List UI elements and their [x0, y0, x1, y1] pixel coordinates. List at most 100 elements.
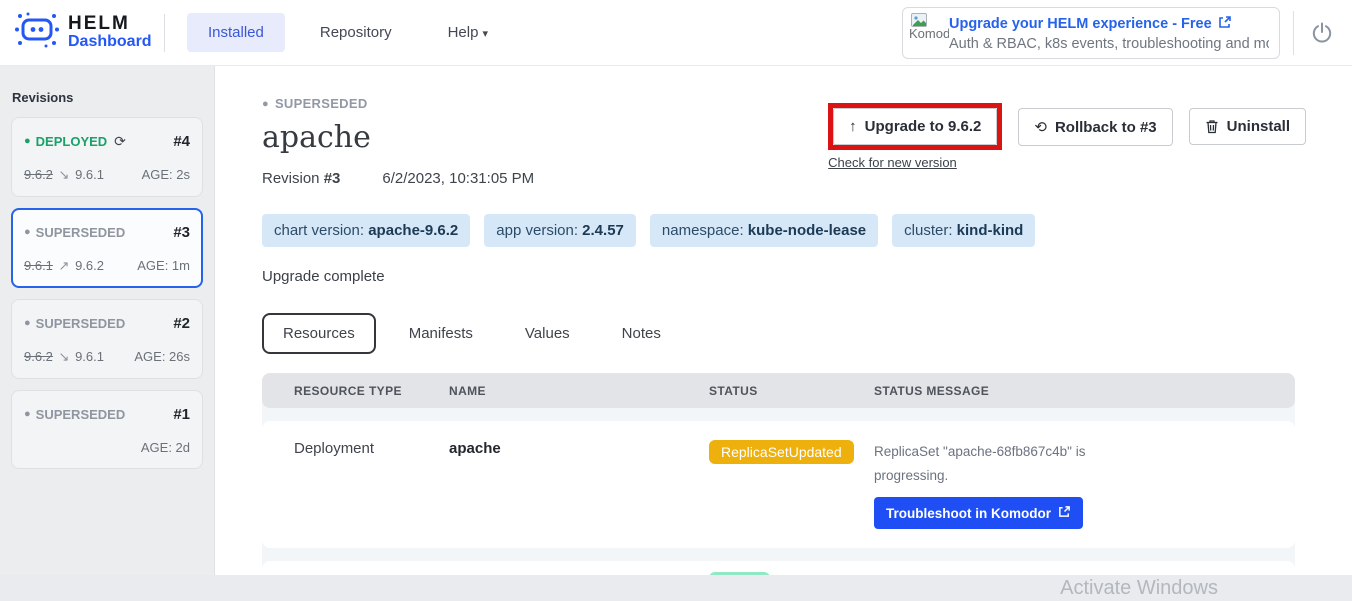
nav-tab-repository[interactable]: Repository [299, 13, 413, 52]
namespace-badge: namespace: kube-node-lease [650, 214, 878, 247]
revision-number: #3 [173, 224, 190, 241]
resource-name-cell: apache [449, 440, 709, 457]
revision-status: ● SUPERSEDED [24, 407, 125, 422]
tab-notes[interactable]: Notes [603, 315, 680, 352]
badge-label: chart version: [274, 222, 368, 239]
revision-status: ● SUPERSEDED [24, 225, 125, 240]
revision-age: AGE: 2s [142, 167, 190, 183]
status-message-text: ReplicaSet "apache-68fb867c4b" is progre… [874, 440, 1295, 487]
status-dot-icon: ● [24, 136, 31, 147]
chart-version-badge: chart version: apache-9.6.2 [262, 214, 470, 247]
old-version: 9.6.1 [24, 258, 53, 273]
new-version: 9.6.2 [75, 258, 104, 273]
external-link-icon [1218, 15, 1232, 33]
resources-table: RESOURCE TYPE NAME STATUS STATUS MESSAGE… [262, 373, 1295, 601]
revision-number: #1 [173, 406, 190, 423]
logo-line-dashboard: Dashboard [68, 34, 152, 51]
old-version: 9.6.2 [24, 167, 53, 182]
revision-card-2[interactable]: ● SUPERSEDED #2 9.6.2 ↘ 9.6.1 AGE: 26s [11, 299, 203, 379]
resource-status-cell: ReplicaSetUpdated [709, 440, 874, 464]
trash-icon [1205, 119, 1219, 134]
column-header-status: STATUS [709, 384, 874, 398]
status-label: DEPLOYED [36, 134, 108, 149]
caret-down-icon: ▾ [482, 28, 488, 40]
troubleshoot-label: Troubleshoot in Komodor [886, 506, 1051, 521]
check-new-version-link[interactable]: Check for new version [828, 155, 1002, 170]
badge-label: namespace: [662, 222, 748, 239]
revision-status: ● SUPERSEDED [24, 316, 125, 331]
rollback-icon: ⟲ [1034, 118, 1047, 136]
tab-manifests[interactable]: Manifests [390, 315, 492, 352]
broken-image-icon [911, 13, 927, 27]
nav-items: Installed Repository Help▾ [187, 13, 509, 52]
refresh-icon: ⟳ [114, 133, 126, 150]
banner-title-text: Upgrade your HELM experience - Free [949, 16, 1212, 32]
revisions-title: Revisions [12, 90, 203, 105]
banner-text: Upgrade your HELM experience - Free Auth… [949, 15, 1269, 52]
new-version: 9.6.1 [75, 167, 104, 182]
troubleshoot-komodor-button[interactable]: Troubleshoot in Komodor [874, 497, 1083, 529]
column-header-name: NAME [449, 384, 709, 398]
komodor-upgrade-banner[interactable]: Komodor Upgrade your HELM experience - F… [902, 7, 1280, 59]
komodor-broken-image: Komodor [909, 11, 949, 55]
revision-card-4[interactable]: ● DEPLOYED ⟳ #4 9.6.2 ↘ 9.6.1 AGE: 2s [11, 117, 203, 197]
release-datetime: 6/2/2023, 10:31:05 PM [382, 170, 534, 187]
tab-values[interactable]: Values [506, 315, 589, 352]
revision-card-3[interactable]: ● SUPERSEDED #3 9.6.1 ↗ 9.6.2 AGE: 1m [11, 208, 203, 288]
revision-number: #4 [173, 133, 190, 150]
banner-title: Upgrade your HELM experience - Free [949, 15, 1269, 33]
status-dot-icon: ● [24, 318, 31, 329]
upgrade-button[interactable]: ↑ Upgrade to 9.6.2 [833, 108, 997, 145]
badge-value: apache-9.6.2 [368, 222, 458, 239]
version-change: 9.6.2 ↘ 9.6.1 [24, 167, 104, 183]
trend-down-icon: ↘ [59, 167, 70, 182]
table-row: Deployment apache ReplicaSetUpdated Repl… [262, 421, 1295, 548]
version-change: 9.6.2 ↘ 9.6.1 [24, 349, 104, 365]
old-version: 9.6.2 [24, 349, 53, 364]
status-badge: ReplicaSetUpdated [709, 440, 854, 464]
table-header-row: RESOURCE TYPE NAME STATUS STATUS MESSAGE [262, 373, 1295, 408]
nav-tab-installed[interactable]: Installed [187, 13, 285, 52]
trend-up-icon: ↗ [59, 258, 70, 273]
annotation-red-box: ↑ Upgrade to 9.6.2 [828, 103, 1002, 150]
revision-number: #2 [173, 315, 190, 332]
status-dot-icon: ● [262, 98, 269, 110]
revision-card-1[interactable]: ● SUPERSEDED #1 AGE: 2d [11, 390, 203, 469]
release-badges: chart version: apache-9.6.2 app version:… [262, 214, 1336, 247]
release-detail-panel: ● SUPERSEDED apache Revision #3 6/2/2023… [215, 66, 1352, 575]
badge-value: kind-kind [957, 222, 1024, 239]
resource-type-cell: Deployment [294, 440, 449, 457]
revision-word: Revision [262, 170, 324, 187]
message-line-2: progressing. [874, 464, 1295, 488]
helm-dashboard-logo[interactable]: HELM Dashboard [0, 9, 160, 56]
tab-resources[interactable]: Resources [262, 313, 376, 354]
trend-down-icon: ↘ [59, 349, 70, 364]
logo-text: HELM Dashboard [68, 14, 152, 51]
up-arrow-icon: ↑ [849, 118, 857, 135]
status-label: SUPERSEDED [36, 407, 126, 422]
logo-line-helm: HELM [68, 14, 152, 34]
app-version-badge: app version: 2.4.57 [484, 214, 636, 247]
footer-strip: Activate Windows [0, 575, 1352, 601]
release-status-label: SUPERSEDED [275, 96, 368, 111]
message-line-1: ReplicaSet "apache-68fb867c4b" is [874, 440, 1295, 464]
external-link-icon [1058, 505, 1071, 521]
power-icon[interactable] [1310, 21, 1334, 45]
helm-logo-icon [14, 9, 60, 56]
version-change: 9.6.1 ↗ 9.6.2 [24, 258, 104, 274]
revision-age: AGE: 26s [134, 349, 190, 365]
nav-divider [164, 14, 165, 52]
nav-tab-help[interactable]: Help▾ [427, 13, 509, 52]
revision-age: AGE: 2d [141, 440, 190, 455]
new-version: 9.6.1 [75, 349, 104, 364]
top-navigation-bar: HELM Dashboard Installed Repository Help… [0, 0, 1352, 66]
status-label: SUPERSEDED [36, 316, 126, 331]
badge-value: 2.4.57 [582, 222, 624, 239]
uninstall-button[interactable]: Uninstall [1189, 108, 1306, 145]
revision-number: #3 [324, 170, 341, 187]
revision-status: ● DEPLOYED ⟳ [24, 133, 126, 150]
rollback-button[interactable]: ⟲ Rollback to #3 [1018, 108, 1172, 146]
revision-age: AGE: 1m [137, 258, 190, 274]
release-actions: ↑ Upgrade to 9.6.2 Check for new version… [828, 108, 1306, 170]
release-description: Upgrade complete [262, 268, 1336, 285]
